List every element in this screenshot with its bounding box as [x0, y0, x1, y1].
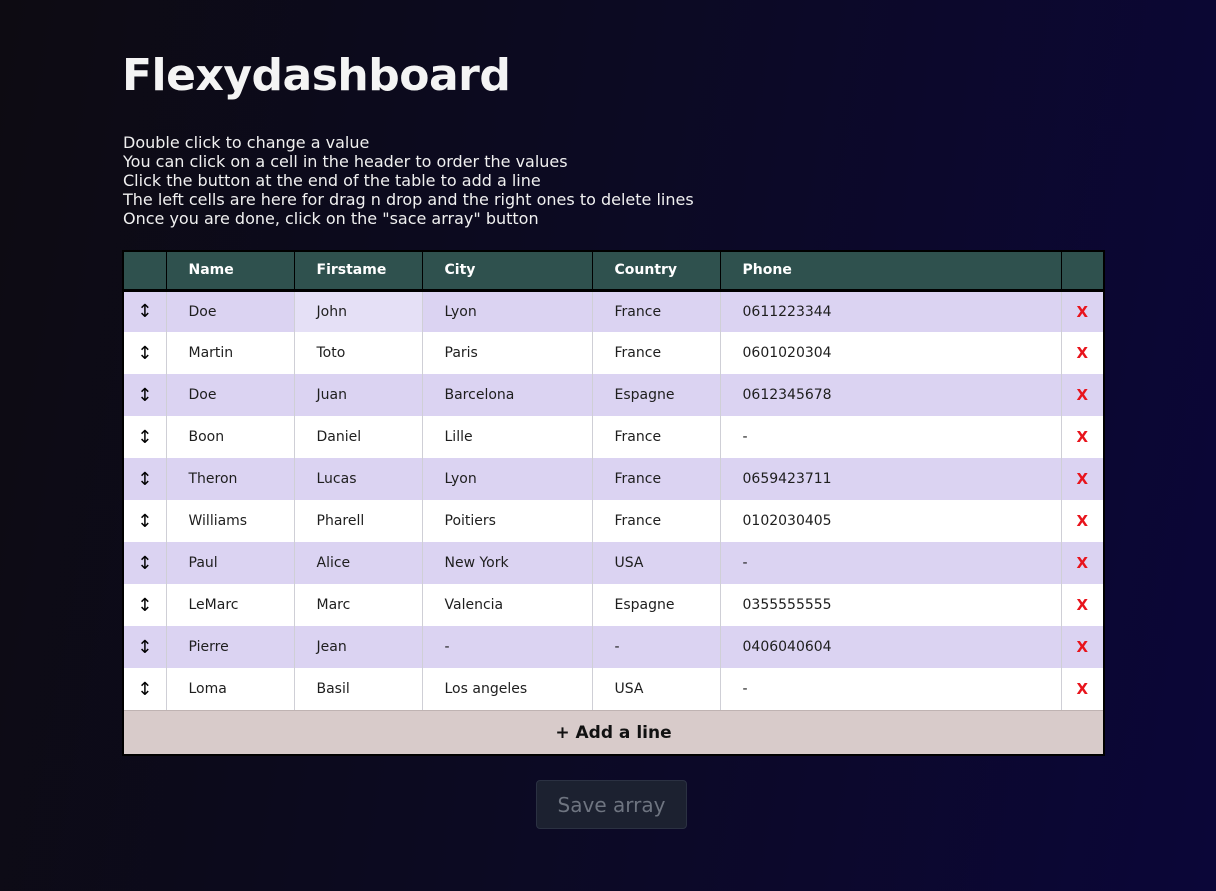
- cell-phone[interactable]: 0612345678: [720, 374, 1062, 416]
- drag-handle-icon[interactable]: ↕: [124, 584, 167, 626]
- cell-city[interactable]: New York: [422, 542, 593, 584]
- drag-handle-icon[interactable]: ↕: [124, 500, 167, 542]
- cell-city[interactable]: Poitiers: [422, 500, 593, 542]
- cell-name[interactable]: Boon: [166, 416, 295, 458]
- cell-country[interactable]: Espagne: [592, 374, 721, 416]
- table-row: ↕ Loma Basil Los angeles USA - X: [124, 668, 1103, 710]
- instructions: Double click to change a value You can c…: [123, 133, 694, 228]
- table-row: ↕ Doe Juan Barcelona Espagne 0612345678 X: [124, 374, 1103, 416]
- drag-handle-icon[interactable]: ↕: [124, 374, 167, 416]
- table-row: ↕ Paul Alice New York USA - X: [124, 542, 1103, 584]
- instruction-line: Click the button at the end of the table…: [123, 171, 541, 190]
- header-name[interactable]: Name: [166, 252, 295, 292]
- cell-firstname[interactable]: Toto: [294, 332, 423, 374]
- cell-city[interactable]: Lyon: [422, 458, 593, 500]
- header-country[interactable]: Country: [592, 252, 721, 292]
- data-table: Name Firstame City Country Phone ↕ Doe Joh…: [122, 250, 1105, 756]
- delete-row-icon[interactable]: X: [1061, 542, 1103, 584]
- drag-handle-icon[interactable]: ↕: [124, 416, 167, 458]
- cell-city[interactable]: Valencia: [422, 584, 593, 626]
- save-array-button[interactable]: Save array: [536, 780, 687, 829]
- add-line-button[interactable]: + Add a line: [124, 710, 1103, 754]
- cell-name[interactable]: LeMarc: [166, 584, 295, 626]
- table-row: ↕ Boon Daniel Lille France - X: [124, 416, 1103, 458]
- delete-row-icon[interactable]: X: [1061, 416, 1103, 458]
- cell-phone[interactable]: -: [720, 416, 1062, 458]
- header-drag: [124, 252, 167, 292]
- cell-name[interactable]: Williams: [166, 500, 295, 542]
- instruction-line: Double click to change a value: [123, 133, 370, 152]
- cell-name[interactable]: Doe: [166, 290, 295, 332]
- delete-row-icon[interactable]: X: [1061, 290, 1103, 332]
- cell-name[interactable]: Paul: [166, 542, 295, 584]
- drag-handle-icon[interactable]: ↕: [124, 290, 167, 332]
- cell-phone[interactable]: 0102030405: [720, 500, 1062, 542]
- table-row: ↕ Doe John Lyon France 0611223344 X: [124, 290, 1103, 332]
- cell-firstname[interactable]: Lucas: [294, 458, 423, 500]
- table-row: ↕ Pierre Jean - -0406040604 X: [124, 626, 1103, 668]
- cell-city[interactable]: -: [422, 626, 593, 668]
- cell-country[interactable]: France: [592, 416, 721, 458]
- cell-city[interactable]: Los angeles: [422, 668, 593, 710]
- header-delete: [1061, 252, 1103, 292]
- cell-name[interactable]: Pierre: [166, 626, 295, 668]
- cell-firstname[interactable]: Alice: [294, 542, 423, 584]
- header-phone[interactable]: Phone: [720, 252, 1062, 292]
- delete-row-icon[interactable]: X: [1061, 584, 1103, 626]
- cell-firstname[interactable]: Marc: [294, 584, 423, 626]
- delete-row-icon[interactable]: X: [1061, 374, 1103, 416]
- cell-name[interactable]: Martin: [166, 332, 295, 374]
- cell-firstname[interactable]: Basil: [294, 668, 423, 710]
- cell-firstname[interactable]: Daniel: [294, 416, 423, 458]
- cell-country[interactable]: USA: [592, 668, 721, 710]
- cell-country[interactable]: France: [592, 458, 721, 500]
- drag-handle-icon[interactable]: ↕: [124, 332, 167, 374]
- delete-row-icon[interactable]: X: [1061, 668, 1103, 710]
- cell-phone[interactable]: 0659423711: [720, 458, 1062, 500]
- drag-handle-icon[interactable]: ↕: [124, 668, 167, 710]
- cell-firstname[interactable]: John: [294, 290, 423, 332]
- cell-city[interactable]: Lyon: [422, 290, 593, 332]
- cell-firstname[interactable]: Jean: [294, 626, 423, 668]
- drag-handle-icon[interactable]: ↕: [124, 542, 167, 584]
- cell-city[interactable]: Barcelona: [422, 374, 593, 416]
- delete-row-icon[interactable]: X: [1061, 626, 1103, 668]
- cell-city[interactable]: Lille: [422, 416, 593, 458]
- cell-phone[interactable]: 0406040604: [720, 626, 1062, 668]
- cell-country[interactable]: Espagne: [592, 584, 721, 626]
- delete-row-icon[interactable]: X: [1061, 500, 1103, 542]
- cell-firstname[interactable]: Pharell: [294, 500, 423, 542]
- cell-country[interactable]: -: [592, 626, 721, 668]
- table-row: ↕ Theron Lucas Lyon France 0659423711 X: [124, 458, 1103, 500]
- delete-row-icon[interactable]: X: [1061, 458, 1103, 500]
- cell-name[interactable]: Loma: [166, 668, 295, 710]
- cell-country[interactable]: France: [592, 290, 721, 332]
- cell-phone[interactable]: 0355555555: [720, 584, 1062, 626]
- cell-city[interactable]: Paris: [422, 332, 593, 374]
- drag-handle-icon[interactable]: ↕: [124, 626, 167, 668]
- cell-phone[interactable]: -: [720, 668, 1062, 710]
- table-row: ↕ LeMarc Marc Valencia Espagne 0355555555 X: [124, 584, 1103, 626]
- cell-country[interactable]: France: [592, 332, 721, 374]
- cell-firstname[interactable]: Juan: [294, 374, 423, 416]
- cell-country[interactable]: USA: [592, 542, 721, 584]
- table-row: ↕ Martin Toto Paris France 0601020304 X: [124, 332, 1103, 374]
- cell-phone[interactable]: 0601020304: [720, 332, 1062, 374]
- cell-name[interactable]: Doe: [166, 374, 295, 416]
- header-city[interactable]: City: [422, 252, 593, 292]
- header-firstname[interactable]: Firstame: [294, 252, 423, 292]
- table-header-row: Name Firstame City Country Phone: [124, 252, 1103, 292]
- page-title: Flexydashboard: [122, 50, 511, 101]
- cell-phone[interactable]: -: [720, 542, 1062, 584]
- table-row: ↕ Williams Pharell Poitiers France 0102030405…: [124, 500, 1103, 542]
- instruction-line: You can click on a cell in the header to…: [123, 152, 568, 171]
- instruction-line: The left cells are here for drag n drop …: [123, 190, 694, 209]
- cell-phone[interactable]: 0611223344: [720, 290, 1062, 332]
- instruction-line: Once you are done, click on the "sace ar…: [123, 209, 539, 228]
- cell-name[interactable]: Theron: [166, 458, 295, 500]
- drag-handle-icon[interactable]: ↕: [124, 458, 167, 500]
- delete-row-icon[interactable]: X: [1061, 332, 1103, 374]
- cell-country[interactable]: France: [592, 500, 721, 542]
